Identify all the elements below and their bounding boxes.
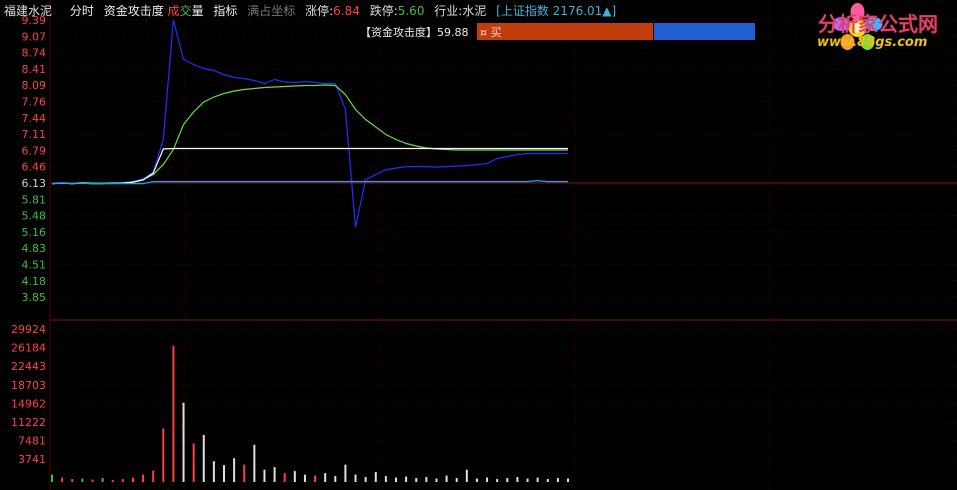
intraday-chart-window: 9.39 9.07 8.74 8.41 8.09 7.76 7.44 7.11 6.79 6.46… — [0, 0, 957, 490]
tab-intraday[interactable]: 分时 — [70, 4, 94, 18]
logo-title: 分析家公式网 — [818, 12, 938, 36]
limit-up-value: 6.84 — [333, 4, 360, 18]
volume-suffix: 量 — [191, 4, 204, 18]
volume-tick-label: 22443 — [11, 360, 46, 373]
industry-label: 行业: — [434, 4, 463, 18]
series-line — [51, 19, 568, 228]
price-tick-label: 7.76 — [22, 96, 47, 109]
volume-menu[interactable]: 成交量 — [168, 4, 204, 18]
price-tick-label: 4.83 — [22, 242, 47, 255]
price-tick-label: 6.79 — [22, 144, 47, 157]
indicator-readout: 【资金攻击度】59.88 — [360, 24, 469, 40]
industry-value: 水泥 — [462, 4, 487, 18]
series-line — [51, 84, 568, 185]
volume-prefix: 成 — [167, 4, 180, 18]
volume-tick-label: 7481 — [18, 435, 46, 448]
indicator-readout-value: 59.88 — [437, 26, 469, 39]
volume-tick-label: 18703 — [11, 379, 46, 392]
indicator-name[interactable]: 资金攻击度 — [104, 4, 164, 18]
buy-strength-bar — [477, 23, 653, 40]
volume-tick-label: 14962 — [11, 397, 46, 410]
volume-tick-label: 26184 — [11, 342, 46, 355]
stock-name: 福建水泥 — [4, 4, 53, 18]
price-tick-label: 4.18 — [22, 275, 47, 288]
overlay-coords-toggle[interactable]: 满占坐标 — [247, 4, 295, 18]
price-tick-label: 8.74 — [22, 47, 47, 60]
price-tick-label: 7.11 — [22, 128, 47, 141]
limit-down-value: 5.60 — [397, 4, 425, 18]
price-tick-label: 9.07 — [22, 30, 47, 43]
volume-tick-label: 11222 — [11, 416, 46, 429]
price-tick-label: 5.81 — [22, 193, 47, 206]
market-index[interactable]: [上证指数 2176.01▲] — [496, 4, 616, 18]
volume-tick-label: 29924 — [11, 323, 46, 336]
limit-up-label: 涨停: — [305, 4, 334, 18]
price-tick-label: 3.85 — [22, 291, 47, 304]
logo-url[interactable]: www.88gs.com — [817, 35, 927, 50]
sell-strength-bar — [654, 23, 755, 40]
indicator-readout-label: 【资金攻击度】 — [360, 26, 437, 39]
chart-canvas[interactable]: 9.399.078.748.418.097.767.447.116.796.46… — [0, 0, 957, 490]
price-tick-label: 8.09 — [22, 79, 47, 92]
limit-down-label: 跌停: — [369, 4, 398, 18]
price-tick-label: 4.51 — [22, 259, 47, 272]
price-tick-label: 5.48 — [22, 210, 47, 223]
buy-bar-label: ¤ 买 — [480, 26, 502, 39]
price-tick-label: 8.41 — [22, 63, 47, 76]
chart-header: 福建水泥 分时 资金攻击度 成交量 指标 满占坐标 涨停:6.84 跌停:5.6… — [4, 2, 622, 18]
volume-mid: 交 — [179, 4, 192, 18]
price-tick-label: 7.44 — [22, 112, 47, 125]
price-tick-label: 6.13 — [22, 177, 47, 190]
index-button[interactable]: 指标 — [213, 4, 237, 18]
price-tick-label: 5.16 — [22, 226, 47, 239]
price-tick-label: 6.46 — [22, 161, 47, 174]
series-line — [51, 147, 568, 185]
volume-tick-label: 3741 — [18, 453, 46, 466]
